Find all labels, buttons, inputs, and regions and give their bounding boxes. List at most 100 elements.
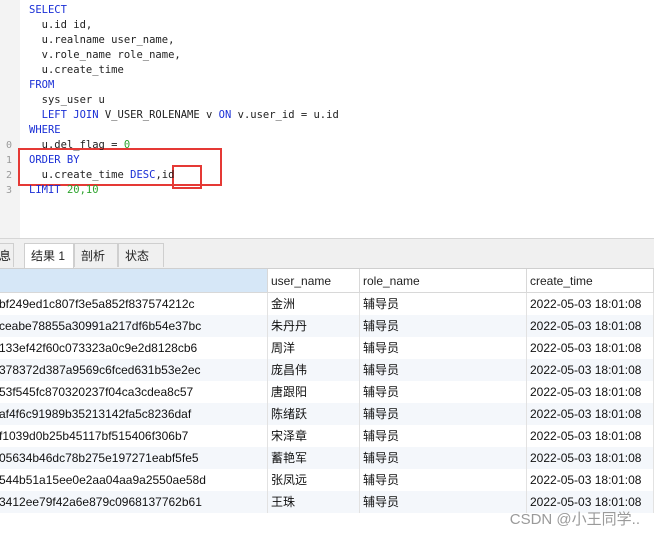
cell-id[interactable]: 378372d387a9569c6fced631b53e2ec <box>0 359 268 381</box>
result-tabs: 息 结果 1 剖析 状态 <box>0 239 654 269</box>
sql-keyword: LEFT JOIN <box>29 109 105 121</box>
line-number: 3 <box>5 185 12 196</box>
sql-code: ORDER BY <box>29 153 80 168</box>
table-row[interactable]: ceabe78855a30991a217df6b54e37bc 朱丹丹 辅导员 202… <box>0 315 654 337</box>
tab-status[interactable]: 状态 <box>118 243 164 267</box>
sql-keyword: ORDER BY <box>29 154 80 166</box>
sql-code: u.realname user_name, <box>29 33 175 48</box>
sql-keyword: FROM <box>29 79 55 91</box>
sql-code: u.id id, <box>29 18 93 33</box>
sql-keyword: ON <box>218 109 238 121</box>
sql-line: FROM <box>0 78 654 93</box>
cell-user-name[interactable]: 蓄艳军 <box>268 447 360 469</box>
sql-line: 1 ORDER BY <box>0 153 654 168</box>
tab-result-1[interactable]: 结果 1 <box>24 243 74 268</box>
cell-id[interactable]: 3412ee79f42a6e879c0968137762b61 <box>0 491 268 513</box>
sql-identifier: v.role_name role_name, <box>29 49 181 61</box>
sql-line: u.create_time <box>0 63 654 78</box>
cell-role-name[interactable]: 辅导员 <box>360 447 527 469</box>
cell-id[interactable]: ceabe78855a30991a217df6b54e37bc <box>0 315 268 337</box>
sql-line: 3 LIMIT 20,10 <box>0 183 654 198</box>
sql-identifier: u.id id, <box>29 19 93 31</box>
cell-id[interactable]: af4f6c91989b35213142fa5c8236daf <box>0 403 268 425</box>
column-header-user-name[interactable]: user_name <box>268 269 360 293</box>
cell-user-name[interactable]: 陈绪跃 <box>268 403 360 425</box>
sql-identifier: u.create_time <box>29 169 131 181</box>
cell-role-name[interactable]: 辅导员 <box>360 469 527 491</box>
cell-role-name[interactable]: 辅导员 <box>360 315 527 337</box>
tab-profile[interactable]: 剖析 <box>74 243 118 267</box>
cell-create-time[interactable]: 2022-05-03 18:01:08 <box>527 381 654 403</box>
cell-id[interactable]: 05634b46dc78b275e197271eabf5fe5 <box>0 447 268 469</box>
sql-code: WHERE <box>29 123 61 138</box>
cell-user-name[interactable]: 周洋 <box>268 337 360 359</box>
result-grid[interactable]: user_name role_name create_time bf249ed1… <box>0 269 654 535</box>
sql-line: u.realname user_name, <box>0 33 654 48</box>
sql-identifier: sys_user u <box>29 94 105 106</box>
table-row[interactable]: bf249ed1c807f3e5a852f837574212c 金洲 辅导员 2022… <box>0 293 654 315</box>
sql-keyword: SELECT <box>29 4 67 16</box>
cell-id[interactable]: bf249ed1c807f3e5a852f837574212c <box>0 293 268 315</box>
table-row[interactable]: 53f545fc870320237f04ca3cdea8c57 唐跟阳 辅导员 202… <box>0 381 654 403</box>
sql-code: u.create_time <box>29 63 124 78</box>
sql-line: v.role_name role_name, <box>0 48 654 63</box>
sql-code: LIMIT 20,10 <box>29 183 99 198</box>
table-row[interactable]: f1039d0b25b45117bf515406f306b7 宋泽章 辅导员 2022… <box>0 425 654 447</box>
cell-create-time[interactable]: 2022-05-03 18:01:08 <box>527 315 654 337</box>
sql-keyword: WHERE <box>29 124 61 136</box>
cell-create-time[interactable]: 2022-05-03 18:01:08 <box>527 293 654 315</box>
sql-code: v.role_name role_name, <box>29 48 181 63</box>
sql-keyword: DESC <box>130 169 156 181</box>
sql-line: sys_user u <box>0 93 654 108</box>
cell-user-name[interactable]: 朱丹丹 <box>268 315 360 337</box>
cell-create-time[interactable]: 2022-05-03 18:01:08 <box>527 337 654 359</box>
sql-identifier: v.user_id = u.id <box>237 109 339 121</box>
cell-id[interactable]: 544b51a15ee0e2aa04aa9a2550ae58d <box>0 469 268 491</box>
cell-user-name[interactable]: 庞昌伟 <box>268 359 360 381</box>
cell-create-time[interactable]: 2022-05-03 18:01:08 <box>527 425 654 447</box>
table-row[interactable]: 05634b46dc78b275e197271eabf5fe5 蓄艳军 辅导员 202… <box>0 447 654 469</box>
tab-info[interactable]: 息 <box>0 243 14 267</box>
cell-id[interactable]: 133ef42f60c073323a0c9e2d8128cb6 <box>0 337 268 359</box>
sql-identifier: u.realname user_name, <box>29 34 175 46</box>
sql-editor[interactable]: SELECT u.id id, u.realname user_name, v.… <box>0 0 654 238</box>
cell-role-name[interactable]: 辅导员 <box>360 403 527 425</box>
sql-keyword: LIMIT <box>29 184 67 196</box>
sql-line: LEFT JOIN V_USER_ROLENAME v ON v.user_id… <box>0 108 654 123</box>
cell-create-time[interactable]: 2022-05-03 18:01:08 <box>527 469 654 491</box>
column-header-create-time[interactable]: create_time <box>527 269 654 293</box>
column-header-role-name[interactable]: role_name <box>360 269 527 293</box>
cell-create-time[interactable]: 2022-05-03 18:01:08 <box>527 359 654 381</box>
cell-role-name[interactable]: 辅导员 <box>360 359 527 381</box>
cell-user-name[interactable]: 王珠 <box>268 491 360 513</box>
cell-user-name[interactable]: 金洲 <box>268 293 360 315</box>
table-row[interactable]: af4f6c91989b35213142fa5c8236daf 陈绪跃 辅导员 202… <box>0 403 654 425</box>
table-row[interactable]: 378372d387a9569c6fced631b53e2ec 庞昌伟 辅导员 202… <box>0 359 654 381</box>
cell-role-name[interactable]: 辅导员 <box>360 293 527 315</box>
cell-create-time[interactable]: 2022-05-03 18:01:08 <box>527 403 654 425</box>
sql-number: 20,10 <box>66 184 99 196</box>
csdn-watermark: CSDN @小王同学.. <box>509 511 640 528</box>
sql-line: 0 u.del_flag = 0 <box>0 138 654 153</box>
cell-role-name[interactable]: 辅导员 <box>360 337 527 359</box>
sql-line: SELECT <box>0 3 654 18</box>
sql-identifier: u.create_time <box>29 64 124 76</box>
sql-code: LEFT JOIN V_USER_ROLENAME v ON v.user_id… <box>29 108 339 123</box>
sql-code: FROM <box>29 78 54 93</box>
cell-id[interactable]: f1039d0b25b45117bf515406f306b7 <box>0 425 268 447</box>
cell-user-name[interactable]: 张凤远 <box>268 469 360 491</box>
table-row[interactable]: 544b51a15ee0e2aa04aa9a2550ae58d 张凤远 辅导员 202… <box>0 469 654 491</box>
cell-role-name[interactable]: 辅导员 <box>360 491 527 513</box>
cell-id[interactable]: 53f545fc870320237f04ca3cdea8c57 <box>0 381 268 403</box>
cell-role-name[interactable]: 辅导员 <box>360 381 527 403</box>
sql-identifier: ,id <box>155 169 175 181</box>
column-header-id[interactable] <box>0 269 268 293</box>
table-row[interactable]: 133ef42f60c073323a0c9e2d8128cb6 周洋 辅导员 2022… <box>0 337 654 359</box>
line-number: 1 <box>5 155 12 166</box>
sql-line: 2 u.create_time DESC,id <box>0 168 654 183</box>
sql-line: WHERE <box>0 123 654 138</box>
cell-user-name[interactable]: 唐跟阳 <box>268 381 360 403</box>
cell-create-time[interactable]: 2022-05-03 18:01:08 <box>527 447 654 469</box>
cell-user-name[interactable]: 宋泽章 <box>268 425 360 447</box>
cell-role-name[interactable]: 辅导员 <box>360 425 527 447</box>
